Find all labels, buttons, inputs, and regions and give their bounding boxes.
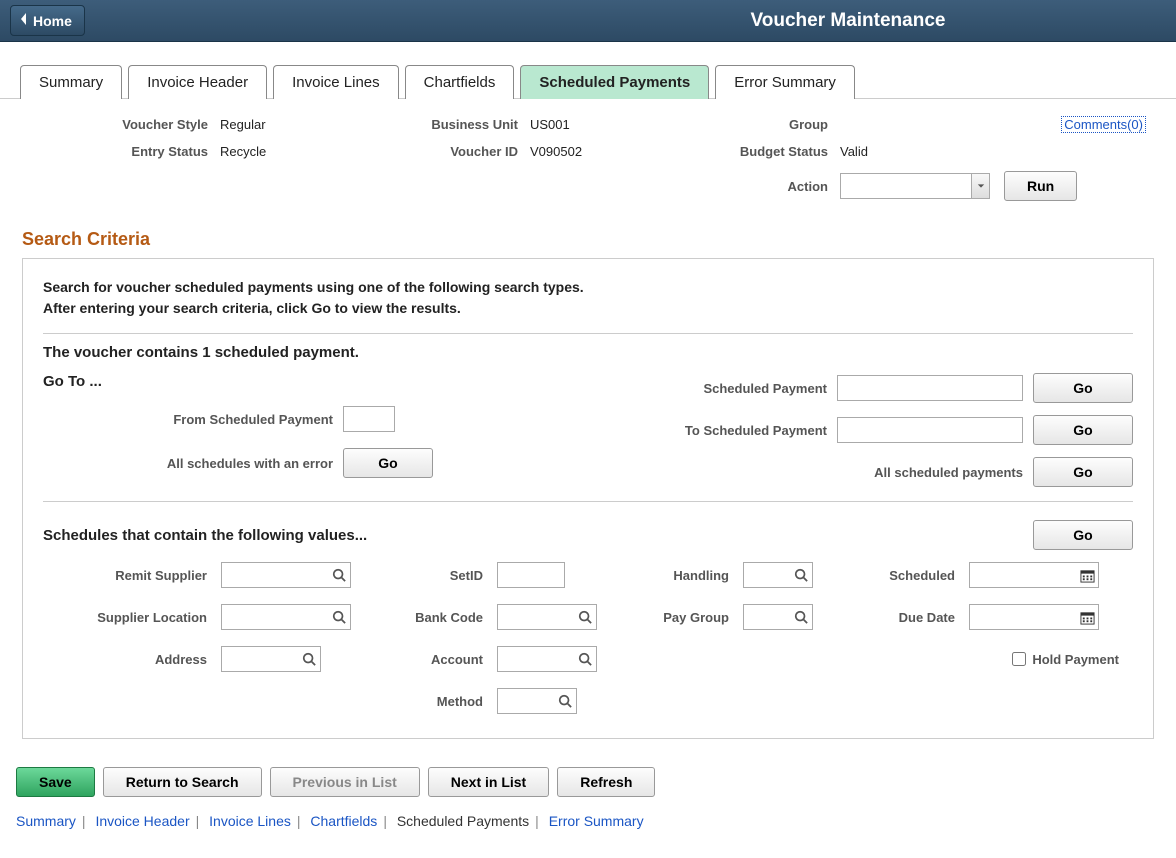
search-icon[interactable]	[331, 609, 347, 625]
go-range-button[interactable]: Go	[1033, 415, 1133, 445]
footer-link-invoice-header[interactable]: Invoice Header	[95, 813, 189, 829]
go-to-label: Go To ...	[43, 373, 433, 390]
search-icon[interactable]	[793, 567, 809, 583]
schedules-contain-label: Schedules that contain the following val…	[43, 527, 367, 544]
tabs-row: Summary Invoice Header Invoice Lines Cha…	[0, 42, 1176, 99]
search-icon[interactable]	[577, 651, 593, 667]
budget-status-label: Budget Status	[700, 144, 840, 159]
filter-grid: Remit Supplier SetID Handling Scheduled …	[43, 562, 1133, 714]
voucher-id-value: V090502	[530, 144, 700, 159]
save-button[interactable]: Save	[16, 767, 95, 797]
next-in-list-button[interactable]: Next in List	[428, 767, 549, 797]
footer-link-error-summary[interactable]: Error Summary	[549, 813, 644, 829]
action-label: Action	[700, 179, 840, 194]
calendar-icon[interactable]	[1079, 609, 1095, 625]
refresh-button[interactable]: Refresh	[557, 767, 655, 797]
hold-payment-checkbox[interactable]	[1012, 652, 1026, 666]
remit-supplier-label: Remit Supplier	[43, 568, 213, 583]
voucher-id-label: Voucher ID	[390, 144, 530, 159]
search-icon[interactable]	[557, 693, 573, 709]
search-criteria-title: Search Criteria	[0, 211, 1176, 258]
business-unit-value: US001	[530, 117, 700, 132]
calendar-icon[interactable]	[1079, 567, 1095, 583]
tab-invoice-header[interactable]: Invoice Header	[128, 65, 267, 99]
account-label: Account	[379, 652, 489, 667]
go-filter-button[interactable]: Go	[1033, 520, 1133, 550]
bottom-button-row: Save Return to Search Previous in List N…	[0, 739, 1176, 807]
footer-links: Summary| Invoice Header| Invoice Lines| …	[0, 807, 1176, 849]
search-icon[interactable]	[301, 651, 317, 667]
tab-scheduled-payments[interactable]: Scheduled Payments	[520, 65, 709, 99]
all-errors-label: All schedules with an error	[43, 456, 333, 471]
from-scheduled-input[interactable]	[343, 406, 395, 432]
divider	[43, 501, 1133, 502]
bank-code-label: Bank Code	[379, 610, 489, 625]
search-icon[interactable]	[577, 609, 593, 625]
business-unit-label: Business Unit	[390, 117, 530, 132]
footer-link-scheduled-payments: Scheduled Payments	[397, 813, 529, 829]
go-all-errors-button[interactable]: Go	[343, 448, 433, 478]
comments-link[interactable]: Comments(0)	[1061, 116, 1146, 133]
voucher-info: Voucher Style Regular Business Unit US00…	[0, 117, 1176, 211]
search-icon[interactable]	[331, 567, 347, 583]
search-criteria-box: Search for voucher scheduled payments us…	[22, 258, 1154, 739]
footer-link-invoice-lines[interactable]: Invoice Lines	[209, 813, 291, 829]
search-instructions-1: Search for voucher scheduled payments us…	[43, 277, 1133, 298]
previous-in-list-button[interactable]: Previous in List	[270, 767, 420, 797]
hold-payment-label: Hold Payment	[1032, 652, 1119, 667]
to-scheduled-input[interactable]	[837, 417, 1023, 443]
tab-error-summary[interactable]: Error Summary	[715, 65, 855, 99]
group-label: Group	[700, 117, 840, 132]
pay-group-label: Pay Group	[625, 610, 735, 625]
setid-input[interactable]	[497, 562, 565, 588]
tab-summary[interactable]: Summary	[20, 65, 122, 99]
to-scheduled-label: To Scheduled Payment	[647, 423, 827, 438]
go-scheduled-button[interactable]: Go	[1033, 373, 1133, 403]
home-label: Home	[33, 13, 72, 29]
payment-count-text: The voucher contains 1 scheduled payment…	[43, 344, 1133, 361]
page-title: Voucher Maintenance	[0, 10, 1176, 32]
scheduled-payment-label: Scheduled Payment	[647, 381, 827, 396]
voucher-style-label: Voucher Style	[30, 117, 220, 132]
due-date-label: Due Date	[841, 610, 961, 625]
entry-status-value: Recycle	[220, 144, 390, 159]
setid-label: SetID	[379, 568, 489, 583]
home-button[interactable]: Home	[10, 5, 85, 36]
from-scheduled-label: From Scheduled Payment	[43, 412, 333, 427]
scheduled-label: Scheduled	[841, 568, 961, 583]
return-to-search-button[interactable]: Return to Search	[103, 767, 262, 797]
go-all-scheduled-button[interactable]: Go	[1033, 457, 1133, 487]
chevron-left-icon	[19, 12, 29, 29]
run-button[interactable]: Run	[1004, 171, 1077, 201]
footer-link-chartfields[interactable]: Chartfields	[310, 813, 377, 829]
budget-status-value: Valid	[840, 144, 1146, 159]
entry-status-label: Entry Status	[30, 144, 220, 159]
divider	[43, 333, 1133, 334]
all-scheduled-label: All scheduled payments	[874, 465, 1023, 480]
header-bar: Home Voucher Maintenance	[0, 0, 1176, 42]
footer-link-summary[interactable]: Summary	[16, 813, 76, 829]
search-icon[interactable]	[793, 609, 809, 625]
method-label: Method	[379, 694, 489, 709]
scheduled-payment-input[interactable]	[837, 375, 1023, 401]
action-select[interactable]	[840, 173, 990, 199]
search-instructions-2: After entering your search criteria, cli…	[43, 298, 1133, 319]
tab-chartfields[interactable]: Chartfields	[405, 65, 515, 99]
tab-invoice-lines[interactable]: Invoice Lines	[273, 65, 399, 99]
voucher-style-value: Regular	[220, 117, 390, 132]
address-label: Address	[43, 652, 213, 667]
supplier-location-label: Supplier Location	[43, 610, 213, 625]
handling-label: Handling	[625, 568, 735, 583]
